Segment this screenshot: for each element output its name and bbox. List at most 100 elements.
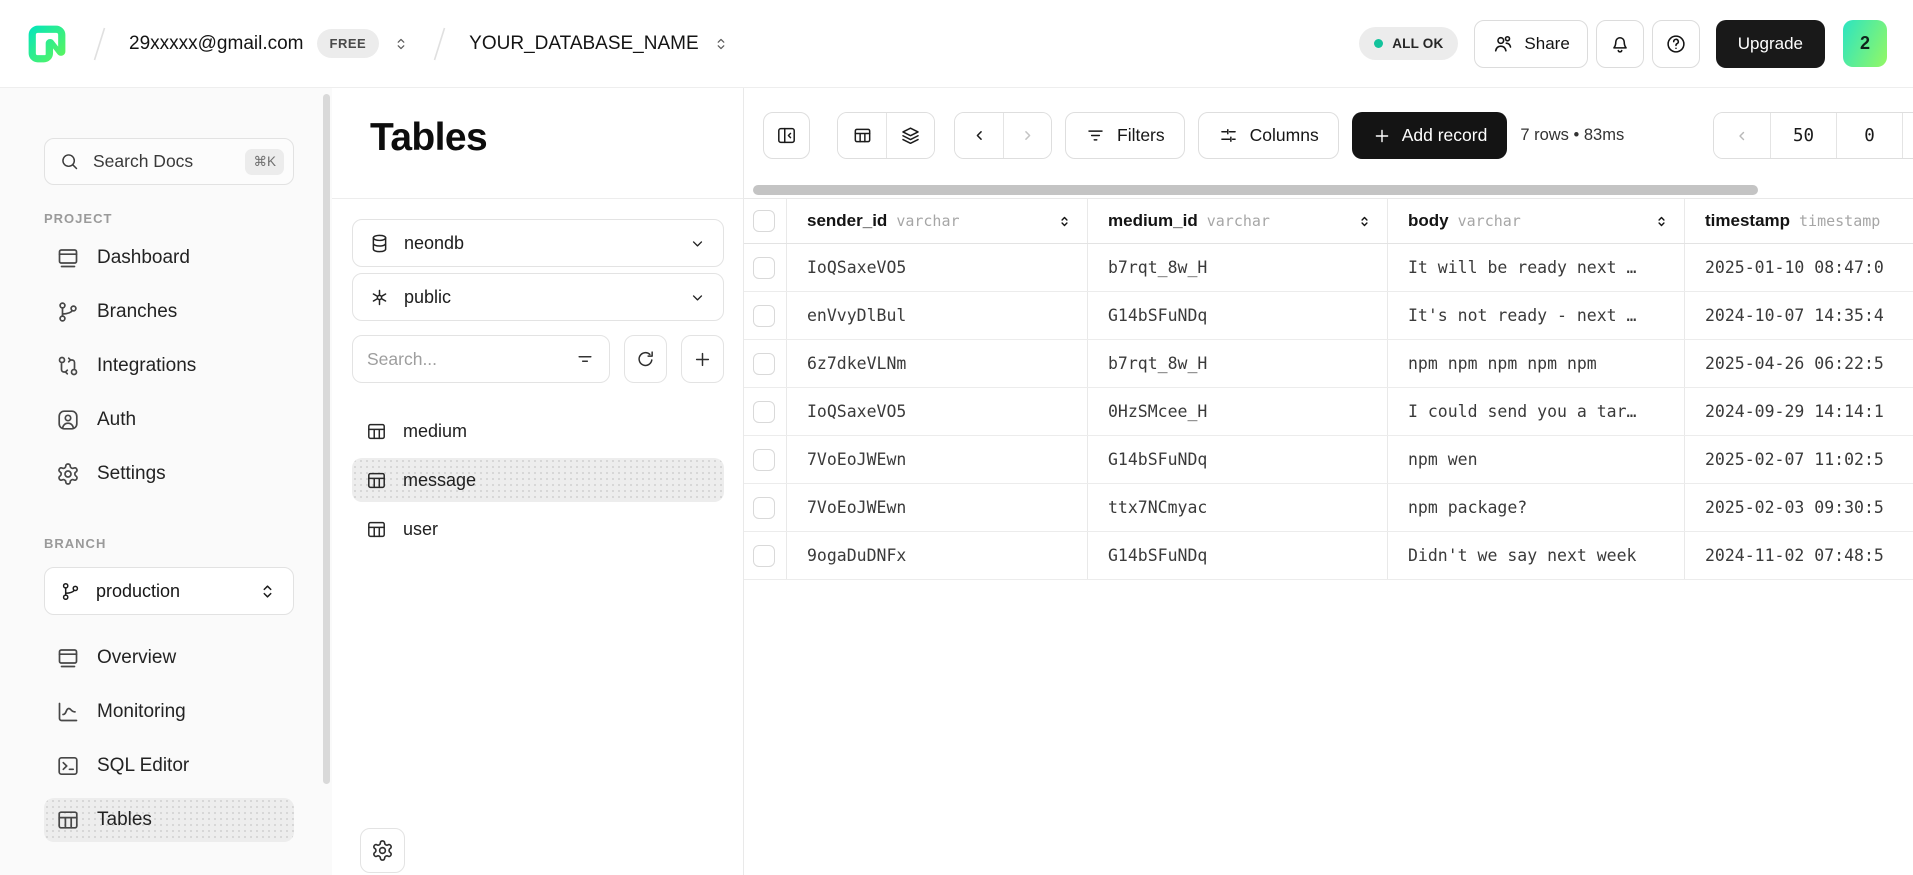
row-checkbox[interactable]: [753, 257, 775, 279]
notification-count-badge[interactable]: 2: [1843, 20, 1887, 67]
column-type: varchar: [1207, 212, 1270, 230]
column-header-sender_id[interactable]: sender_idvarchar: [787, 199, 1088, 243]
notifications-button[interactable]: [1596, 20, 1644, 68]
cell-timestamp[interactable]: 2025-02-03 09:30:5: [1685, 484, 1913, 531]
schema-selector[interactable]: public: [352, 273, 724, 321]
column-header-timestamp[interactable]: timestamptimestamp: [1685, 199, 1913, 243]
toolbar: Filters Columns Add record 7 rows • 83ms…: [763, 112, 1913, 159]
cell-body[interactable]: Didn't we say next week: [1388, 532, 1685, 579]
sort-icon[interactable]: [1653, 213, 1670, 230]
column-header-medium_id[interactable]: medium_idvarchar: [1088, 199, 1388, 243]
search-docs-button[interactable]: Search Docs ⌘K: [44, 138, 294, 185]
sidebar-scrollbar[interactable]: [323, 94, 330, 784]
sidebar-item-dashboard[interactable]: Dashboard: [44, 236, 294, 280]
sidebar-item-overview[interactable]: Overview: [44, 636, 294, 680]
horizontal-scrollbar[interactable]: [753, 185, 1763, 195]
cell-medium_id[interactable]: ttx7NCmyac: [1088, 484, 1388, 531]
panel-settings-button[interactable]: [360, 828, 405, 873]
sidebar-item-auth[interactable]: Auth: [44, 398, 294, 442]
pagination-prev-button[interactable]: [1714, 113, 1770, 158]
cell-body[interactable]: npm wen: [1388, 436, 1685, 483]
search-docs-label: Search Docs: [93, 151, 232, 172]
pagination-stub: [1902, 113, 1913, 158]
cell-timestamp[interactable]: 2024-11-02 07:48:5: [1685, 532, 1913, 579]
row-checkbox[interactable]: [753, 497, 775, 519]
cell-sender_id[interactable]: enVvyDlBul: [787, 292, 1088, 339]
cell-medium_id[interactable]: 0HzSMcee_H: [1088, 388, 1388, 435]
cell-medium_id[interactable]: G14bSFuNDq: [1088, 436, 1388, 483]
page-size-value[interactable]: 50: [1770, 113, 1836, 158]
cell-sender_id[interactable]: 7VoEoJWEwn: [787, 436, 1088, 483]
table-row: 7VoEoJWEwnttx7NCmyacnpm package?2025-02-…: [744, 484, 1913, 532]
cell-body[interactable]: It will be ready next …: [1388, 244, 1685, 291]
row-select-cell: [744, 244, 787, 291]
cell-body[interactable]: It's not ready - next …: [1388, 292, 1685, 339]
cell-sender_id[interactable]: IoQSaxeVO5: [787, 388, 1088, 435]
row-checkbox[interactable]: [753, 449, 775, 471]
row-checkbox[interactable]: [753, 305, 775, 327]
sidebar-item-settings[interactable]: Settings: [44, 452, 294, 496]
schema-view-button[interactable]: [886, 113, 934, 158]
sidebar-item-tables[interactable]: Tables: [44, 798, 294, 842]
columns-button[interactable]: Columns: [1198, 112, 1339, 159]
filter-lines-icon[interactable]: [575, 349, 595, 369]
cell-sender_id[interactable]: 7VoEoJWEwn: [787, 484, 1088, 531]
cell-body[interactable]: npm package?: [1388, 484, 1685, 531]
row-select-cell: [744, 292, 787, 339]
back-button[interactable]: [955, 113, 1003, 158]
cell-timestamp[interactable]: 2025-02-07 11:02:5: [1685, 436, 1913, 483]
table-item-message[interactable]: message: [352, 458, 724, 502]
sidebar-item-monitoring[interactable]: Monitoring: [44, 690, 294, 734]
branch-selector[interactable]: production: [44, 567, 294, 615]
table-search-input[interactable]: Search...: [352, 335, 610, 383]
sliders-icon: [1218, 125, 1239, 146]
add-table-button[interactable]: [681, 335, 724, 383]
scrollbar-thumb[interactable]: [753, 185, 1758, 195]
upgrade-button[interactable]: Upgrade: [1716, 20, 1825, 68]
refresh-button[interactable]: [624, 335, 667, 383]
collapse-panel-button[interactable]: [763, 112, 810, 159]
column-type: varchar: [1458, 212, 1521, 230]
pagination: 50 0: [1713, 112, 1913, 159]
cell-sender_id[interactable]: 6z7dkeVLNm: [787, 340, 1088, 387]
cell-timestamp[interactable]: 2025-01-10 08:47:0: [1685, 244, 1913, 291]
cell-timestamp[interactable]: 2024-09-29 14:14:1: [1685, 388, 1913, 435]
breadcrumb-separator: [92, 25, 107, 63]
column-header-body[interactable]: bodyvarchar: [1388, 199, 1685, 243]
forward-button[interactable]: [1003, 113, 1051, 158]
cell-medium_id[interactable]: G14bSFuNDq: [1088, 532, 1388, 579]
status-badge[interactable]: ALL OK: [1359, 27, 1458, 60]
share-button[interactable]: Share: [1474, 20, 1587, 68]
cell-medium_id[interactable]: b7rqt_8w_H: [1088, 340, 1388, 387]
sidebar-item-sql-editor[interactable]: SQL Editor: [44, 744, 294, 788]
table-item-user[interactable]: user: [352, 507, 724, 551]
table-item-medium[interactable]: medium: [352, 409, 724, 453]
select-all-checkbox[interactable]: [753, 210, 775, 232]
account-breadcrumb[interactable]: 29xxxxx@gmail.com FREE: [123, 23, 416, 64]
row-checkbox[interactable]: [753, 545, 775, 567]
cell-body[interactable]: npm npm npm npm npm: [1388, 340, 1685, 387]
table-view-button[interactable]: [838, 113, 886, 158]
sidebar-item-label: SQL Editor: [97, 755, 189, 777]
sort-icon[interactable]: [1056, 213, 1073, 230]
cell-medium_id[interactable]: b7rqt_8w_H: [1088, 244, 1388, 291]
page-offset-value[interactable]: 0: [1836, 113, 1902, 158]
cell-timestamp[interactable]: 2024-10-07 14:35:4: [1685, 292, 1913, 339]
cell-medium_id[interactable]: G14bSFuNDq: [1088, 292, 1388, 339]
help-button[interactable]: [1652, 20, 1700, 68]
add-record-button[interactable]: Add record: [1352, 112, 1508, 159]
row-checkbox[interactable]: [753, 401, 775, 423]
cell-sender_id[interactable]: IoQSaxeVO5: [787, 244, 1088, 291]
cell-body[interactable]: I could send you a tar…: [1388, 388, 1685, 435]
sort-icon[interactable]: [1356, 213, 1373, 230]
database-selector[interactable]: neondb: [352, 219, 724, 267]
row-select-cell: [744, 436, 787, 483]
sidebar-item-integrations[interactable]: Integrations: [44, 344, 294, 388]
row-checkbox[interactable]: [753, 353, 775, 375]
filters-button[interactable]: Filters: [1065, 112, 1185, 159]
neon-logo[interactable]: [26, 23, 68, 65]
cell-timestamp[interactable]: 2025-04-26 06:22:5: [1685, 340, 1913, 387]
database-breadcrumb[interactable]: YOUR_DATABASE_NAME: [463, 27, 735, 61]
sidebar-item-branches[interactable]: Branches: [44, 290, 294, 334]
cell-sender_id[interactable]: 9ogaDuDNFx: [787, 532, 1088, 579]
